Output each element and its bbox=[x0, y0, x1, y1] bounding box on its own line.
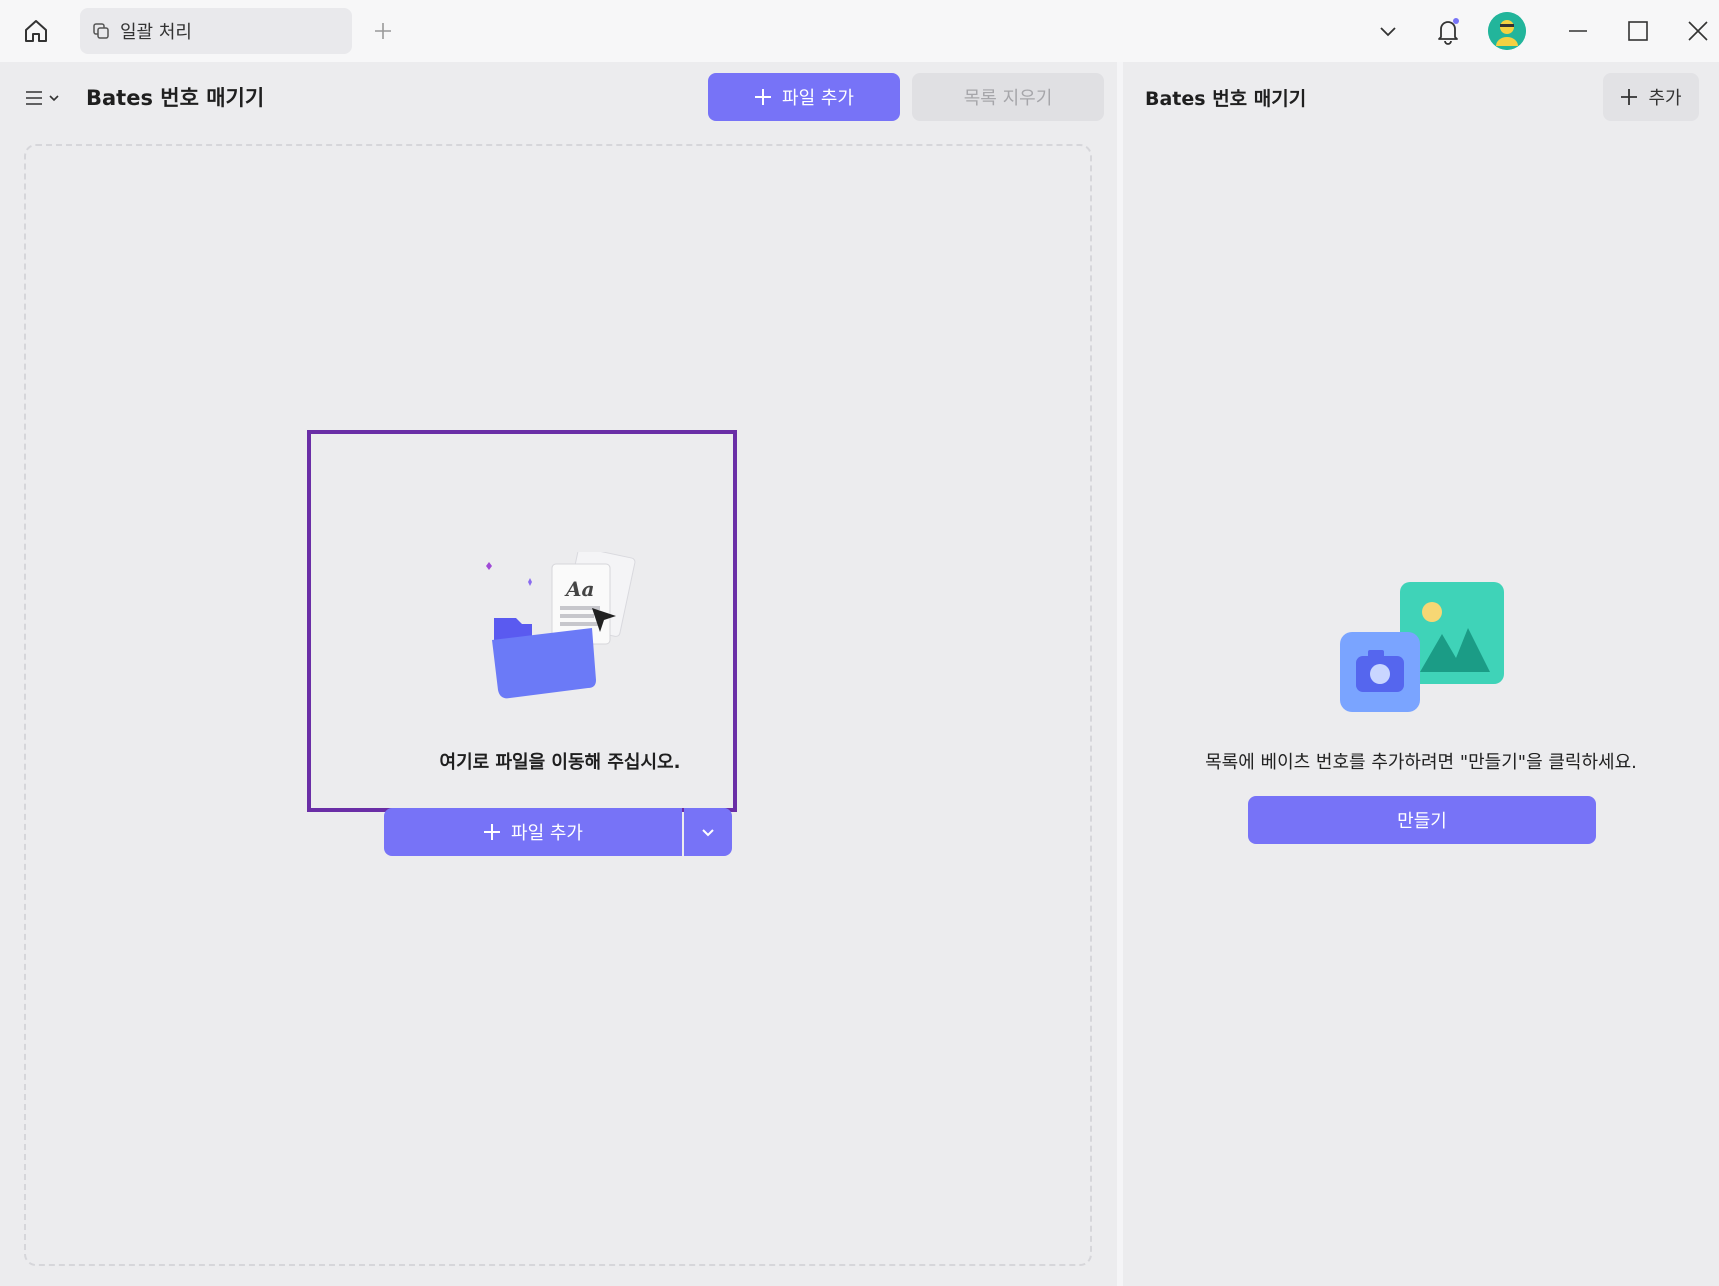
create-label: 만들기 bbox=[1397, 811, 1447, 832]
add-file-dropdown-button[interactable] bbox=[684, 808, 732, 856]
minimize-button[interactable] bbox=[1558, 12, 1598, 50]
add-file-main-label: 파일 추가 bbox=[511, 823, 583, 844]
page-title: Bates 번호 매기기 bbox=[86, 86, 265, 110]
add-file-button[interactable]: 파일 추가 bbox=[708, 73, 900, 121]
maximize-button[interactable] bbox=[1618, 12, 1658, 50]
chevron-down-icon bbox=[702, 829, 714, 837]
add-file-label: 파일 추가 bbox=[782, 88, 854, 109]
create-hint-text: 목록에 베이츠 번호를 추가하려면 "만들기"을 클릭하세요. bbox=[1205, 752, 1637, 773]
avatar[interactable] bbox=[1488, 12, 1526, 50]
tab-batch-icon bbox=[93, 23, 109, 39]
maximize-icon bbox=[1628, 21, 1648, 41]
bates-template-panel: Bates 번호 매기기 추가 목록에 베이츠 번호를 추가하려면 "만들기"을… bbox=[1123, 62, 1719, 1286]
add-template-label: 추가 bbox=[1648, 88, 1682, 109]
new-tab-button[interactable] bbox=[368, 16, 398, 46]
title-bar: 일괄 처리 bbox=[0, 0, 1719, 62]
tabs-dropdown-button[interactable] bbox=[1368, 12, 1408, 50]
tab-label: 일괄 처리 bbox=[120, 22, 192, 43]
home-icon bbox=[25, 20, 47, 42]
clear-list-button[interactable]: 목록 지우기 bbox=[912, 73, 1104, 121]
avatar-icon bbox=[1488, 12, 1526, 50]
plus-icon bbox=[755, 89, 772, 105]
folder-documents-illustration: Aa bbox=[482, 547, 642, 702]
illustration-aa-text: Aa bbox=[564, 577, 594, 601]
drop-instruction-text: 여기로 파일을 이동해 주십시오. bbox=[439, 752, 681, 773]
panel-title: Bates 번호 매기기 bbox=[1145, 88, 1307, 110]
minimize-icon bbox=[1569, 30, 1587, 32]
notifications-button[interactable] bbox=[1428, 12, 1468, 50]
chevron-down-icon bbox=[49, 95, 59, 102]
plus-icon bbox=[1621, 89, 1638, 105]
image-camera-illustration bbox=[1338, 582, 1508, 722]
add-template-button[interactable]: 추가 bbox=[1603, 73, 1699, 121]
chevron-down-icon bbox=[1380, 27, 1396, 37]
plus-icon bbox=[484, 824, 501, 840]
menu-button[interactable] bbox=[24, 84, 66, 112]
plus-icon bbox=[375, 23, 391, 39]
clear-list-label: 목록 지우기 bbox=[963, 88, 1053, 109]
add-file-split-button: 파일 추가 bbox=[384, 808, 732, 856]
file-list-panel: Bates 번호 매기기 파일 추가 목록 지우기 Aa 여기로 파일을 이동해… bbox=[0, 62, 1117, 1286]
close-button[interactable] bbox=[1678, 12, 1718, 50]
create-button[interactable]: 만들기 bbox=[1248, 796, 1596, 844]
home-button[interactable] bbox=[18, 14, 54, 48]
tab-batch-process[interactable]: 일괄 처리 bbox=[80, 8, 352, 54]
bell-icon bbox=[1438, 18, 1459, 45]
hamburger-icon bbox=[26, 91, 42, 105]
add-file-main-button[interactable]: 파일 추가 bbox=[384, 808, 682, 856]
close-icon bbox=[1688, 21, 1708, 41]
